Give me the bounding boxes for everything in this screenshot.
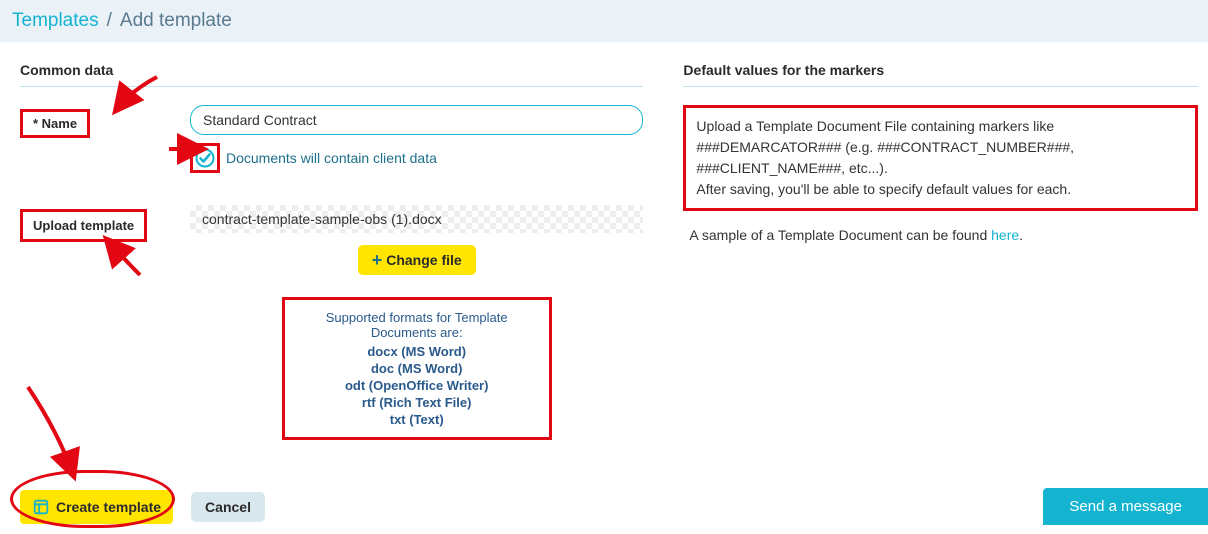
supported-formats-box: Supported formats for Template Documents… (282, 297, 552, 440)
change-file-label: Change file (386, 252, 461, 268)
create-template-button[interactable]: Create template (20, 490, 173, 524)
sample-link[interactable]: here (991, 227, 1019, 243)
format-item: rtf (Rich Text File) (293, 395, 541, 410)
sample-prefix: A sample of a Template Document can be f… (689, 227, 991, 243)
format-item: txt (Text) (293, 412, 541, 427)
annotation-arrow-upload (100, 235, 145, 283)
breadcrumb-current: Add template (120, 10, 232, 32)
row-name: * Name Documents will contain client (20, 105, 643, 187)
section-divider (20, 86, 643, 87)
action-row: Create template Cancel (20, 490, 643, 524)
row-upload: Upload template contract-template-sample… (20, 205, 643, 440)
clientdata-label: Documents will contain client data (226, 150, 437, 166)
clientdata-highlight (190, 143, 220, 173)
sample-suffix: . (1019, 227, 1023, 243)
template-icon (32, 498, 50, 516)
breadcrumb-separator: / (107, 10, 112, 32)
uploaded-filename[interactable]: contract-template-sample-obs (1).docx (190, 205, 643, 233)
name-label: * Name (20, 109, 90, 138)
markers-sample-line: A sample of a Template Document can be f… (683, 225, 1198, 246)
change-file-button[interactable]: + Change file (358, 245, 476, 275)
section-title-common: Common data (20, 62, 643, 78)
common-data-panel: Common data * Name (10, 62, 643, 524)
checkbox-checked-icon (195, 148, 215, 168)
formats-intro: Supported formats for Template Documents… (293, 310, 541, 340)
breadcrumb-templates[interactable]: Templates (12, 10, 99, 32)
breadcrumb: Templates / Add template (0, 0, 1208, 42)
markers-panel: Default values for the markers Upload a … (683, 62, 1198, 524)
markers-info-line1: Upload a Template Document File containi… (696, 116, 1185, 179)
markers-info-line2: After saving, you'll be able to specify … (696, 179, 1185, 200)
section-title-markers: Default values for the markers (683, 62, 1198, 78)
clientdata-row: Documents will contain client data (190, 143, 643, 173)
format-item: odt (OpenOffice Writer) (293, 378, 541, 393)
cancel-button[interactable]: Cancel (191, 492, 265, 522)
upload-label: Upload template (20, 209, 147, 242)
chat-tab[interactable]: Send a message (1043, 488, 1208, 525)
section-divider (683, 86, 1198, 87)
format-item: docx (MS Word) (293, 344, 541, 359)
format-item: doc (MS Word) (293, 361, 541, 376)
name-input[interactable] (190, 105, 643, 135)
markers-infobox: Upload a Template Document File containi… (683, 105, 1198, 211)
clientdata-checkbox[interactable] (195, 148, 215, 168)
create-template-label: Create template (56, 499, 161, 515)
